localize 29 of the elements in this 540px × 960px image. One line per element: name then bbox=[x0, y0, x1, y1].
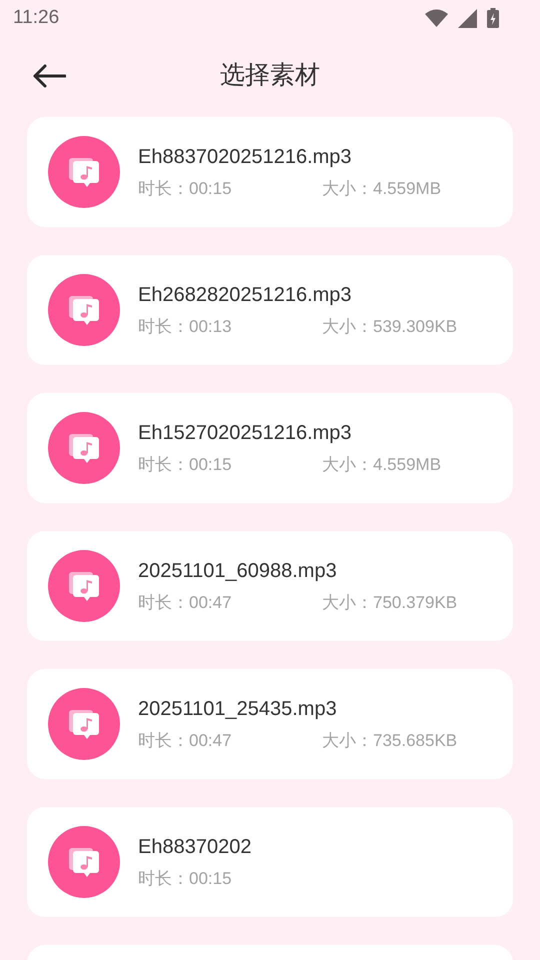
signal-icon bbox=[458, 8, 477, 28]
file-card[interactable]: Eh1527020251216.mp3 时长：00:15 大小：4.559MB bbox=[27, 393, 513, 503]
battery-icon bbox=[487, 8, 499, 28]
file-duration: 时长：00:15 bbox=[138, 454, 233, 476]
back-arrow-icon bbox=[32, 64, 66, 88]
file-name: Eh1527020251216.mp3 bbox=[138, 420, 353, 444]
file-name: 20251101_60988.mp3 bbox=[138, 558, 338, 582]
file-size: 大小：4.559MB bbox=[322, 178, 442, 200]
file-size: 大小：750.379KB bbox=[322, 592, 458, 614]
file-card[interactable]: 20251101_60988.mp3 时长：00:47 大小：750.379KB bbox=[27, 531, 513, 641]
status-time: 11:26 bbox=[13, 6, 60, 30]
file-duration: 时长：00:47 bbox=[138, 730, 233, 752]
file-size: 大小：539.309KB bbox=[322, 316, 458, 338]
file-name: Eh88370202 bbox=[138, 834, 252, 858]
file-name: Eh8837020251216.mp3 bbox=[138, 144, 353, 168]
file-card[interactable]: Eh8837020251216.mp3 时长：00:15 大小：4.559MB bbox=[27, 117, 513, 227]
file-size: 大小：4.559MB bbox=[322, 454, 442, 476]
file-size: 大小：735.685KB bbox=[322, 730, 458, 752]
file-card[interactable]: Eh88370202 时长：00:15 bbox=[27, 807, 513, 917]
file-duration: 时长：00:47 bbox=[138, 592, 233, 614]
file-duration: 时长：00:13 bbox=[138, 316, 233, 338]
file-duration: 时长：00:15 bbox=[138, 178, 233, 200]
file-name: 20251101_25435.mp3 bbox=[138, 696, 338, 720]
file-card[interactable]: Eh2682820251216.mp3 时长：00:13 大小：539.309KB bbox=[27, 255, 513, 365]
wifi-icon bbox=[425, 9, 448, 27]
file-card[interactable]: 20251101_25435.mp3 时长：00:47 大小：735.685KB bbox=[27, 669, 513, 779]
page-title: 选择素材 bbox=[220, 60, 320, 92]
file-name: Eh2682820251216.mp3 bbox=[138, 282, 353, 306]
file-duration: 时长：00:15 bbox=[138, 868, 233, 890]
